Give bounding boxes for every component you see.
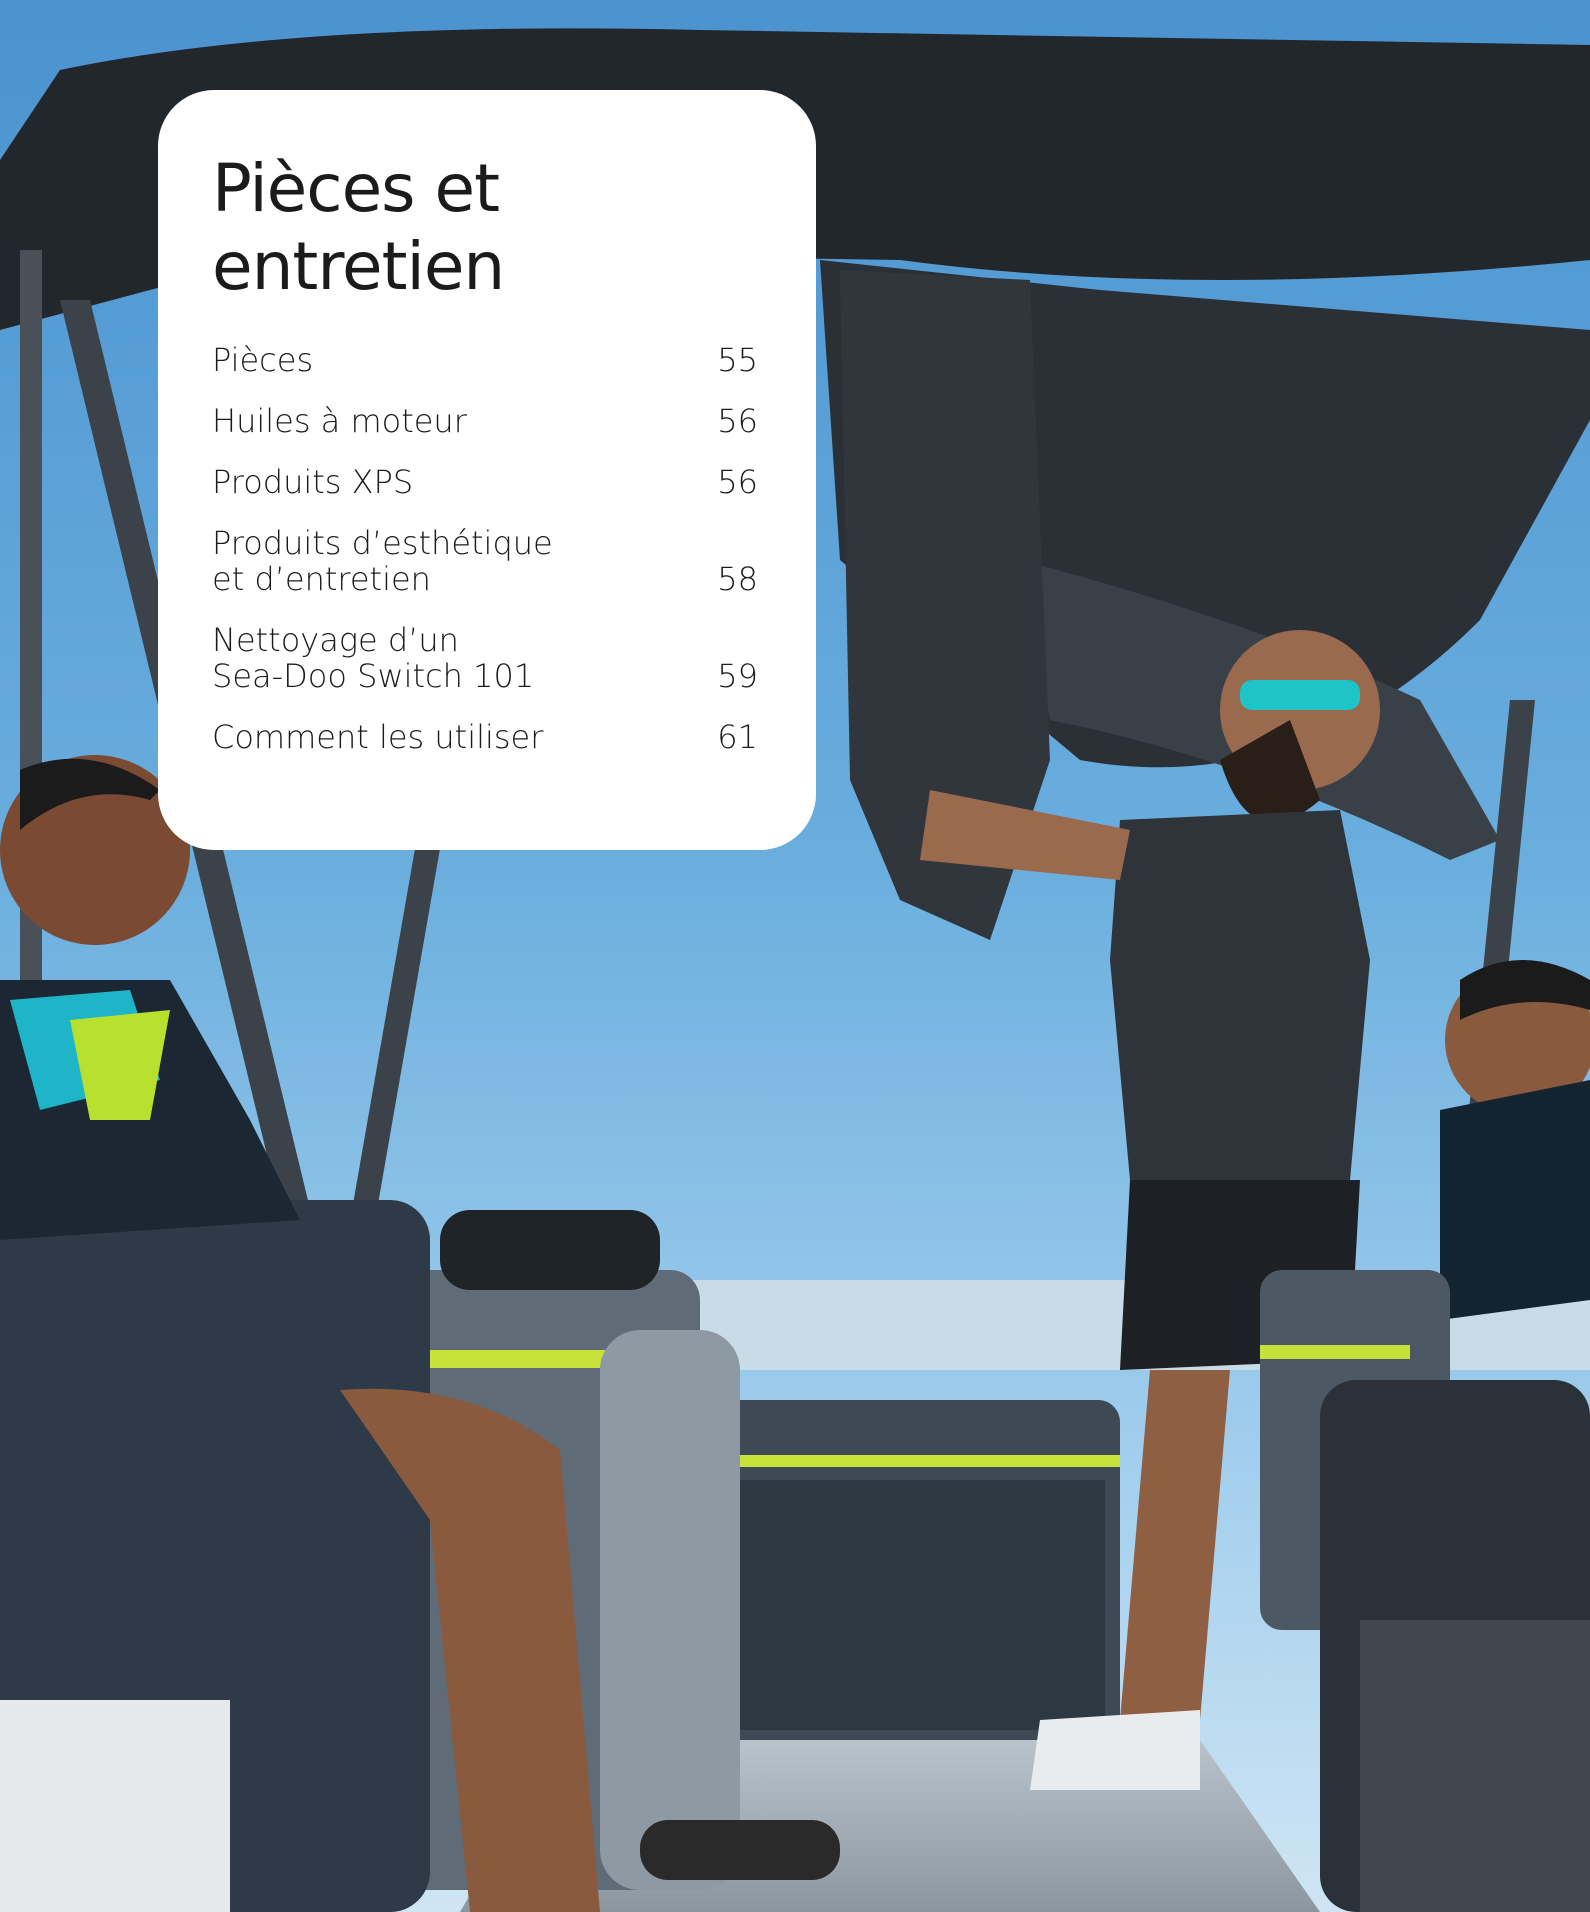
toc-item-label-line: Produits d’esthétique <box>212 524 553 562</box>
toc-item-label-line: Sea-Doo Switch 101 <box>212 657 535 695</box>
toc-item-pieces[interactable]: Pièces 55 <box>212 342 758 378</box>
toc-item-nettoyage[interactable]: Nettoyage d’un Sea-Doo Switch 101 59 <box>212 622 758 694</box>
toc-card: Pièces et entretien Pièces 55 Huiles à m… <box>158 90 816 850</box>
toc-item-huiles[interactable]: Huiles à moteur 56 <box>212 403 758 439</box>
toc-item-label-line: et d’entretien <box>212 560 431 598</box>
toc-item-page: 55 <box>717 341 758 379</box>
toc-item-esthetique[interactable]: Produits d’esthétique et d’entretien 58 <box>212 525 758 597</box>
toc-title-line: entretien <box>212 228 505 305</box>
toc-item-label-line: Nettoyage d’un <box>212 621 459 659</box>
toc-item-page: 61 <box>717 718 758 756</box>
toc-item-page: 58 <box>717 560 758 598</box>
toc-item-page: 56 <box>717 463 758 501</box>
toc-item-label: Nettoyage d’un Sea-Doo Switch 101 <box>212 622 534 694</box>
toc-item-label-line: Comment les utiliser <box>212 718 544 756</box>
toc-item-label-line: Pièces <box>212 341 314 379</box>
toc-item-label-line: Produits XPS <box>212 463 414 501</box>
toc-item-label: Huiles à moteur <box>212 403 467 439</box>
toc-item-page: 59 <box>717 657 758 695</box>
toc-item-label: Produits d’esthétique et d’entretien <box>212 525 553 597</box>
toc-title: Pièces et entretien <box>212 150 758 306</box>
toc-list: Pièces 55 Huiles à moteur 56 Produits XP… <box>212 342 758 755</box>
toc-title-line: Pièces et <box>212 150 500 227</box>
toc-item-label: Comment les utiliser <box>212 719 543 755</box>
toc-item-utiliser[interactable]: Comment les utiliser 61 <box>212 719 758 755</box>
toc-item-page: 56 <box>717 402 758 440</box>
toc-item-label-line: Huiles à moteur <box>212 402 467 440</box>
toc-item-xps[interactable]: Produits XPS 56 <box>212 464 758 500</box>
toc-item-label: Pièces <box>212 342 313 378</box>
toc-item-label: Produits XPS <box>212 464 413 500</box>
